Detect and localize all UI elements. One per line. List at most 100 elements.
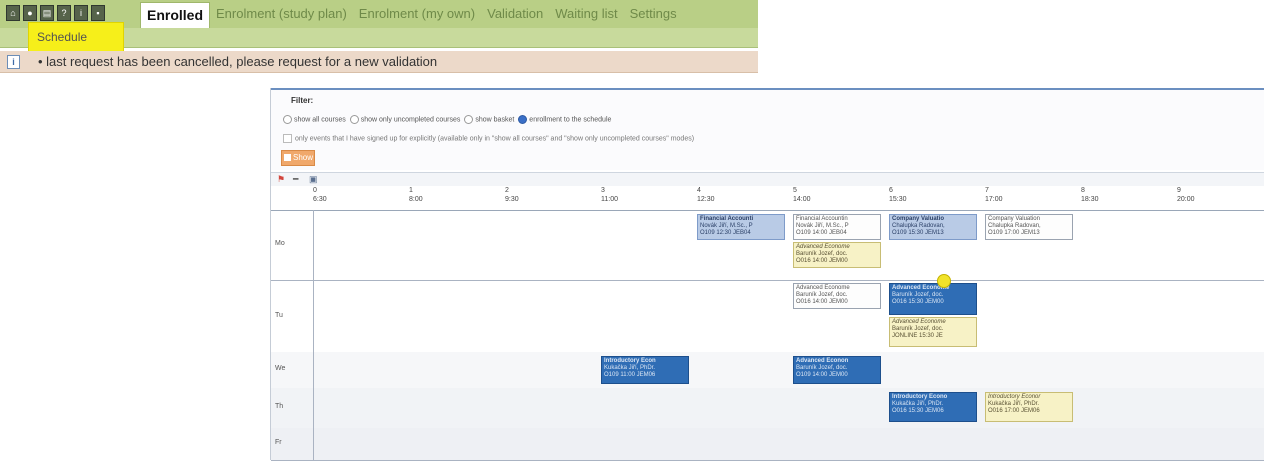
explicit-events-checkbox[interactable]: only events that I have signed up for ex… [283,134,694,143]
user-icon[interactable]: ● [23,5,37,21]
show-button-label: Show [293,153,314,162]
event-introductory-econometrics-th-1[interactable]: Introductory Econo Kukačka Jiří, PhDr. O01… [889,392,977,422]
event-advanced-econometrics-tu-1[interactable]: Advanced Econome Baruník Jozef, doc. O016 … [793,283,881,309]
event-teacher: Baruník Jozef, doc. [796,365,848,371]
event-room: O016 15:30 JEM06 [892,408,944,414]
day-label: Fr [275,439,282,446]
time-slot-6: 6 15:30 [889,187,907,203]
pdf-icon[interactable]: ⚑ [277,174,285,185]
event-company-valuation-1[interactable]: Company Valuatio Chalupka Radovan, O109 15… [889,214,977,240]
event-teacher: Kukačka Jiří, PhDr. [892,401,944,407]
main-tabs: Enrolled Enrolment (study plan) Enrolmen… [140,0,683,28]
time-slot-7: 7 17:00 [985,187,1003,203]
minus-icon[interactable]: ━ [293,174,298,185]
checkbox[interactable] [283,134,292,143]
radio-button[interactable] [349,115,359,124]
toolbar-icons: ⌂ ● ▤ ? i ▪ [6,5,105,21]
event-financial-accounting-1[interactable]: Financial Accounti Novák Jiří, M.Sc., P O1… [697,214,785,240]
event-room: O109 17:00 JEM13 [988,230,1040,236]
day-label-cell: We [271,352,314,388]
tab-enrolment-my-own[interactable]: Enrolment (my own) [353,0,481,28]
event-introductory-econometrics-th-2[interactable]: Introductory Econor Kukačka Jiří, PhDr. O0… [985,392,1073,422]
radio-show-basket[interactable]: show basket [464,115,514,124]
event-teacher: Baruník Jozef, doc. [892,326,944,332]
event-teacher: Novák Jiří, M.Sc., P [796,223,849,229]
radio-show-uncompleted[interactable]: show only uncompleted courses [349,115,461,124]
event-teacher: Kukačka Jiří, PhDr. [988,401,1040,407]
event-room: O016 14:00 JEM00 [796,299,848,305]
time-slot-1: 1 8:00 [409,187,423,203]
day-row-th: Th Introductory Econo Kukačka Jiří, PhDr.… [271,388,1264,429]
day-label-cell: Mo [271,210,314,280]
event-advanced-econometrics-tu-2[interactable]: Advanced Econome Baruník Jozef, doc. O016 … [889,283,977,315]
event-room: O109 11:00 JEM06 [604,372,656,378]
checkbox-label: only events that I have signed up for ex… [295,135,695,143]
event-title: Company Valuatio [892,216,945,222]
event-room: JONLINE 15:30 JE [892,333,943,339]
day-row-mo: Mo Financial Accounti Novák Jiří, M.Sc., … [271,210,1264,281]
filter-box: Filter: show all courses show only uncom… [271,88,1264,170]
event-room: O109 12:30 JEB04 [700,230,751,236]
show-icon [284,154,291,162]
event-room: O109 14:00 JEM00 [796,372,848,378]
home-icon[interactable]: ⌂ [6,5,20,21]
radio-button[interactable] [464,115,474,124]
tab-enrolled[interactable]: Enrolled [140,2,211,28]
radio-enrollment[interactable]: enrollment to the schedule [518,115,611,124]
event-room: O109 14:00 JEB04 [796,230,847,236]
event-introductory-econometrics-we[interactable]: Introductory Econ Kukačka Jiří, PhDr. O109… [601,356,689,384]
radio-button-selected[interactable] [518,115,528,124]
event-teacher: Novák Jiří, M.Sc., P [700,223,753,229]
event-title: Introductory Econor [988,394,1041,400]
day-row-we: We Introductory Econ Kukačka Jiří, PhDr. O… [271,352,1264,389]
time-slot-4: 4 12:30 [697,187,715,203]
event-title: Advanced Econon [796,358,849,364]
event-title: Introductory Econo [892,394,948,400]
day-label-cell: Fr [271,428,314,460]
event-room: O016 15:30 JEM00 [892,299,944,305]
time-slot-8: 8 18:30 [1081,187,1099,203]
event-teacher: Baruník Jozef, doc. [892,292,944,298]
settings-icon[interactable]: ▪ [91,5,105,21]
event-room: O016 17:00 JEM06 [988,408,1040,414]
schedule-subtab[interactable]: Schedule [28,22,124,52]
event-teacher: Baruník Jozef, doc. [796,251,848,257]
tab-validation[interactable]: Validation [481,0,549,28]
print-icon[interactable]: ▣ [309,174,318,185]
radio-label: show only uncompleted courses [360,116,461,124]
filter-legend: Filter: [291,96,314,105]
event-room: O016 14:00 JEM00 [796,258,848,264]
event-advanced-econometrics-tu-3[interactable]: Advanced Econome Baruník Jozef, doc. JONLI… [889,317,977,347]
schedule-subtab-label: Schedule [37,30,88,44]
event-teacher: Kukačka Jiří, PhDr. [604,365,656,371]
schedule-panel: Filter: show all courses show only uncom… [270,88,1264,461]
day-row-tu: Tu Advanced Econome Baruník Jozef, doc. O0… [271,280,1264,353]
event-title: Advanced Econome [796,285,850,291]
event-financial-accounting-2[interactable]: Financial Accountin Novák Jiří, M.Sc., PO… [793,214,881,240]
radio-label: show basket [475,116,515,124]
time-header: 0 6:30 1 8:00 2 9:30 3 11:00 4 12:30 5 14:00 6… [271,186,1264,211]
print-icon[interactable]: ▤ [40,5,54,21]
tab-waiting-list[interactable]: Waiting list [549,0,623,28]
radio-button[interactable] [283,115,292,124]
show-button[interactable]: Show [281,150,315,166]
event-advanced-econometrics-mo[interactable]: Advanced Econome Baruník Jozef, doc. O016 … [793,242,881,268]
filter-radio-group: show all courses show only uncompleted c… [283,115,611,124]
message-bar: i • last request has been cancelled, ple… [0,51,758,73]
radio-show-all[interactable]: show all courses [283,115,346,124]
time-slot-9: 9 20:00 [1177,187,1195,203]
radio-label: show all courses [294,116,346,124]
tab-settings[interactable]: Settings [624,0,683,28]
event-title: Financial Accounti [700,216,754,222]
event-advanced-econometrics-we[interactable]: Advanced Econon Baruník Jozef, doc. O109 1… [793,356,881,384]
tab-enrolment-study-plan[interactable]: Enrolment (study plan) [210,0,353,28]
time-slot-0: 0 6:30 [313,187,327,203]
radio-label: enrollment to the schedule [529,116,612,124]
event-title: Company Valuation [988,216,1040,222]
help-icon[interactable]: ? [57,5,71,21]
day-label-cell: Tu [271,280,314,352]
event-title: Advanced Econome [796,244,850,250]
event-company-valuation-2[interactable]: Company Valuation Chalupka Radovan, O109 1… [985,214,1073,240]
info-icon[interactable]: i [74,5,88,21]
message-text: • last request has been cancelled, pleas… [38,54,438,69]
